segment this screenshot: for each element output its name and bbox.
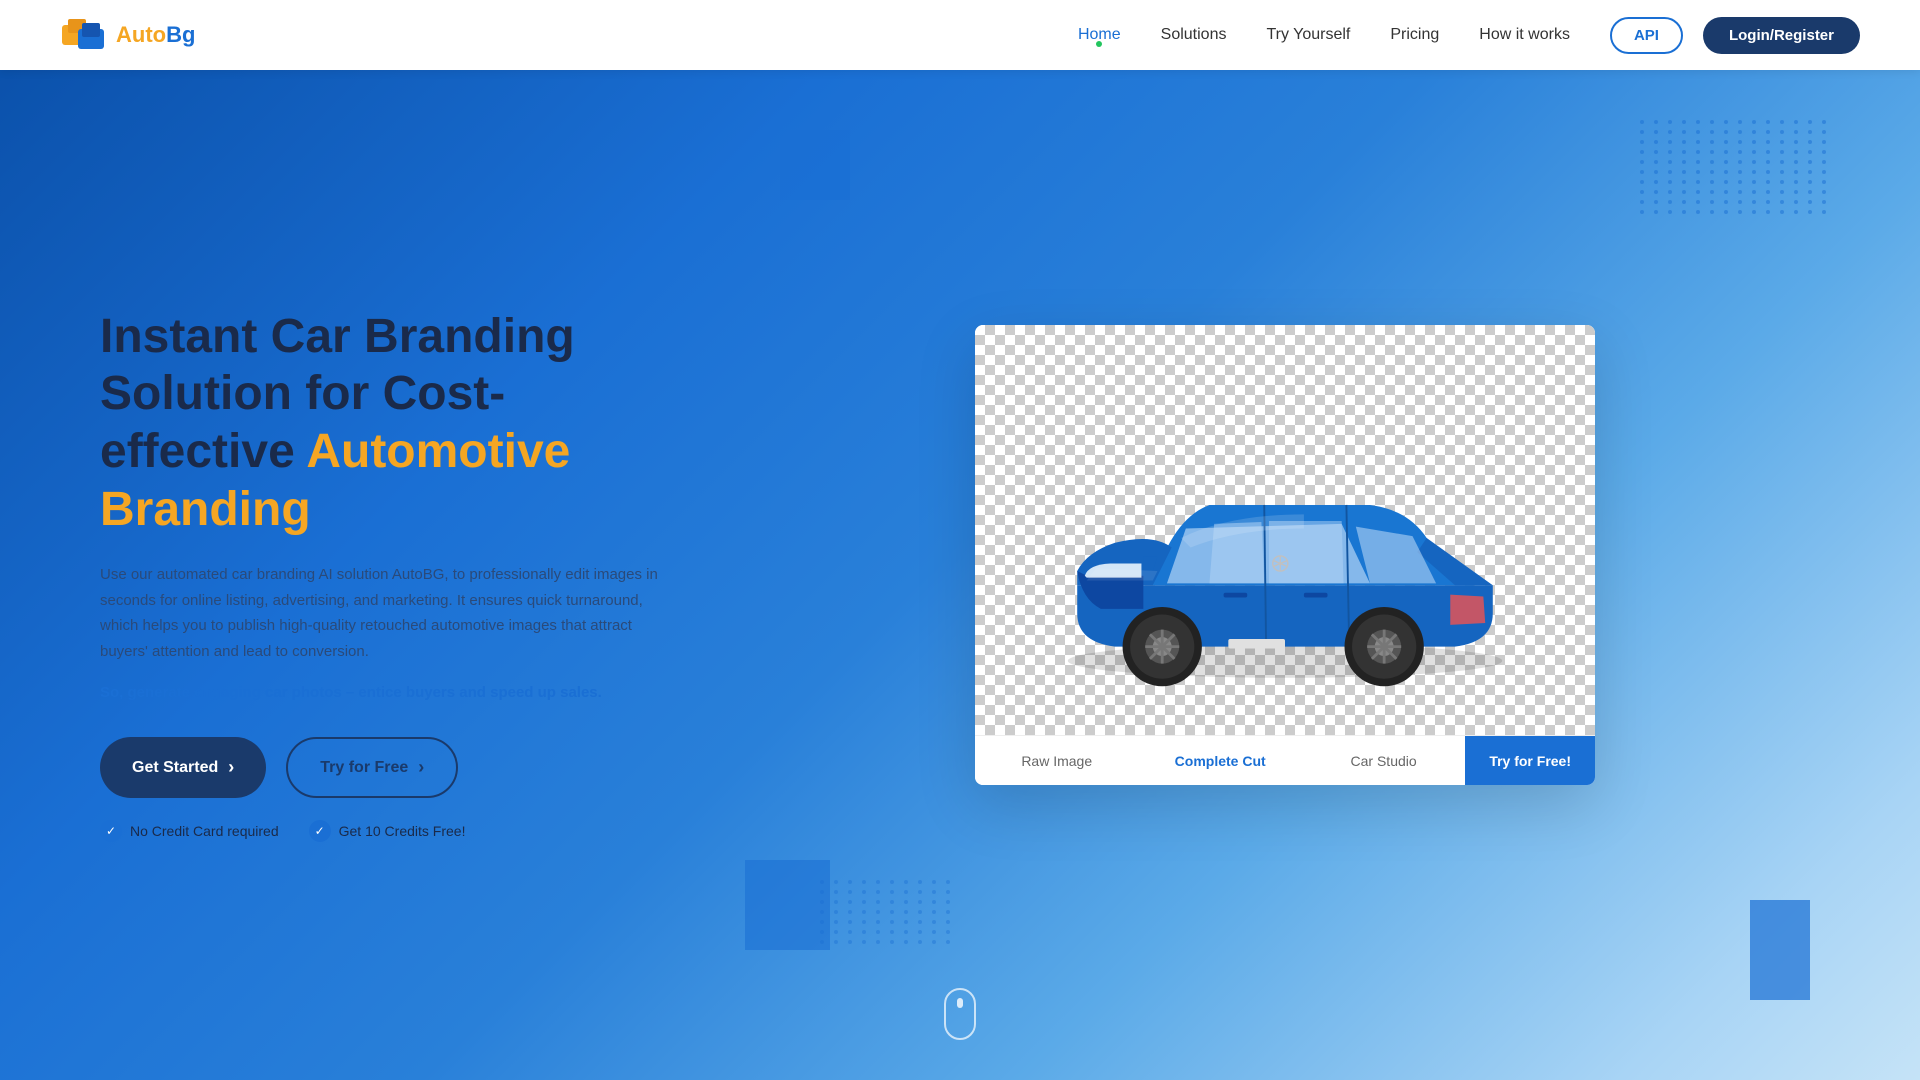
- badge-label-2: Get 10 Credits Free!: [339, 823, 466, 839]
- nav-item-solutions[interactable]: Solutions: [1161, 26, 1227, 44]
- hero-badges: ✓ No Credit Card required ✓ Get 10 Credi…: [100, 820, 690, 842]
- nav-link-home[interactable]: Home: [1078, 26, 1121, 43]
- tab-raw-image[interactable]: Raw Image: [975, 736, 1138, 785]
- try-for-free-button[interactable]: Try for Free ›: [286, 737, 458, 798]
- tab-complete-cut[interactable]: Complete Cut: [1138, 736, 1301, 785]
- try-for-free-tab-button[interactable]: Try for Free!: [1465, 736, 1595, 785]
- nav-item-home[interactable]: Home: [1078, 26, 1121, 44]
- check-icon-2: ✓: [309, 820, 331, 842]
- login-register-button[interactable]: Login/Register: [1703, 17, 1860, 54]
- nav-link-how-it-works[interactable]: How it works: [1479, 26, 1570, 43]
- no-credit-card-badge: ✓ No Credit Card required: [100, 820, 279, 842]
- scroll-indicator: [944, 988, 976, 1040]
- scroll-dot: [957, 998, 963, 1008]
- hero-section: Instant Car Branding Solution for Cost- …: [0, 70, 1920, 1080]
- free-credits-badge: ✓ Get 10 Credits Free!: [309, 820, 466, 842]
- get-started-arrow-icon: ›: [228, 757, 234, 778]
- try-free-arrow-icon: ›: [418, 757, 424, 778]
- tab-car-studio[interactable]: Car Studio: [1302, 736, 1465, 785]
- car-image: [995, 345, 1575, 730]
- hero-cta-text: So, generate engaging car photos – entic…: [100, 684, 690, 701]
- api-button[interactable]: API: [1610, 17, 1683, 54]
- hero-title-line1: Instant Car Branding Solution for Cost-: [100, 310, 575, 421]
- hero-title: Instant Car Branding Solution for Cost- …: [100, 308, 690, 538]
- nav-link-solutions[interactable]: Solutions: [1161, 26, 1227, 43]
- logo-text: AutoBg: [116, 22, 195, 48]
- car-svg: [1015, 368, 1555, 708]
- hero-right: // Will be generated via JS below: [750, 70, 1820, 1080]
- check-icon-1: ✓: [100, 820, 122, 842]
- image-tabs-bar: Raw Image Complete Cut Car Studio Try fo…: [975, 735, 1595, 785]
- nav-links: Home Solutions Try Yourself Pricing How …: [1078, 26, 1570, 44]
- logo-icon: [60, 11, 108, 59]
- logo[interactable]: AutoBg: [60, 11, 195, 59]
- navbar: AutoBg Home Solutions Try Yourself Prici…: [0, 0, 1920, 70]
- hero-buttons: Get Started › Try for Free ›: [100, 737, 690, 798]
- car-image-container: Raw Image Complete Cut Car Studio Try fo…: [975, 325, 1595, 785]
- hero-description: Use our automated car branding AI soluti…: [100, 562, 660, 664]
- hero-left: Instant Car Branding Solution for Cost- …: [100, 308, 750, 842]
- hero-title-line2-plain: effective: [100, 425, 306, 478]
- deco-square-bottom-left: [745, 860, 830, 950]
- nav-item-pricing[interactable]: Pricing: [1390, 26, 1439, 44]
- dots-pattern-bottom-left: [820, 880, 930, 970]
- deco-square-bottom-right: [1750, 900, 1810, 1000]
- deco-square-top-left: [780, 130, 850, 200]
- nav-item-how-it-works[interactable]: How it works: [1479, 26, 1570, 44]
- get-started-button[interactable]: Get Started ›: [100, 737, 266, 798]
- badge-label-1: No Credit Card required: [130, 823, 279, 839]
- nav-item-try-yourself[interactable]: Try Yourself: [1266, 26, 1350, 44]
- dots-pattern-top-right: // Will be generated via JS below: [1640, 120, 1800, 260]
- nav-link-pricing[interactable]: Pricing: [1390, 26, 1439, 43]
- nav-link-try-yourself[interactable]: Try Yourself: [1266, 26, 1350, 43]
